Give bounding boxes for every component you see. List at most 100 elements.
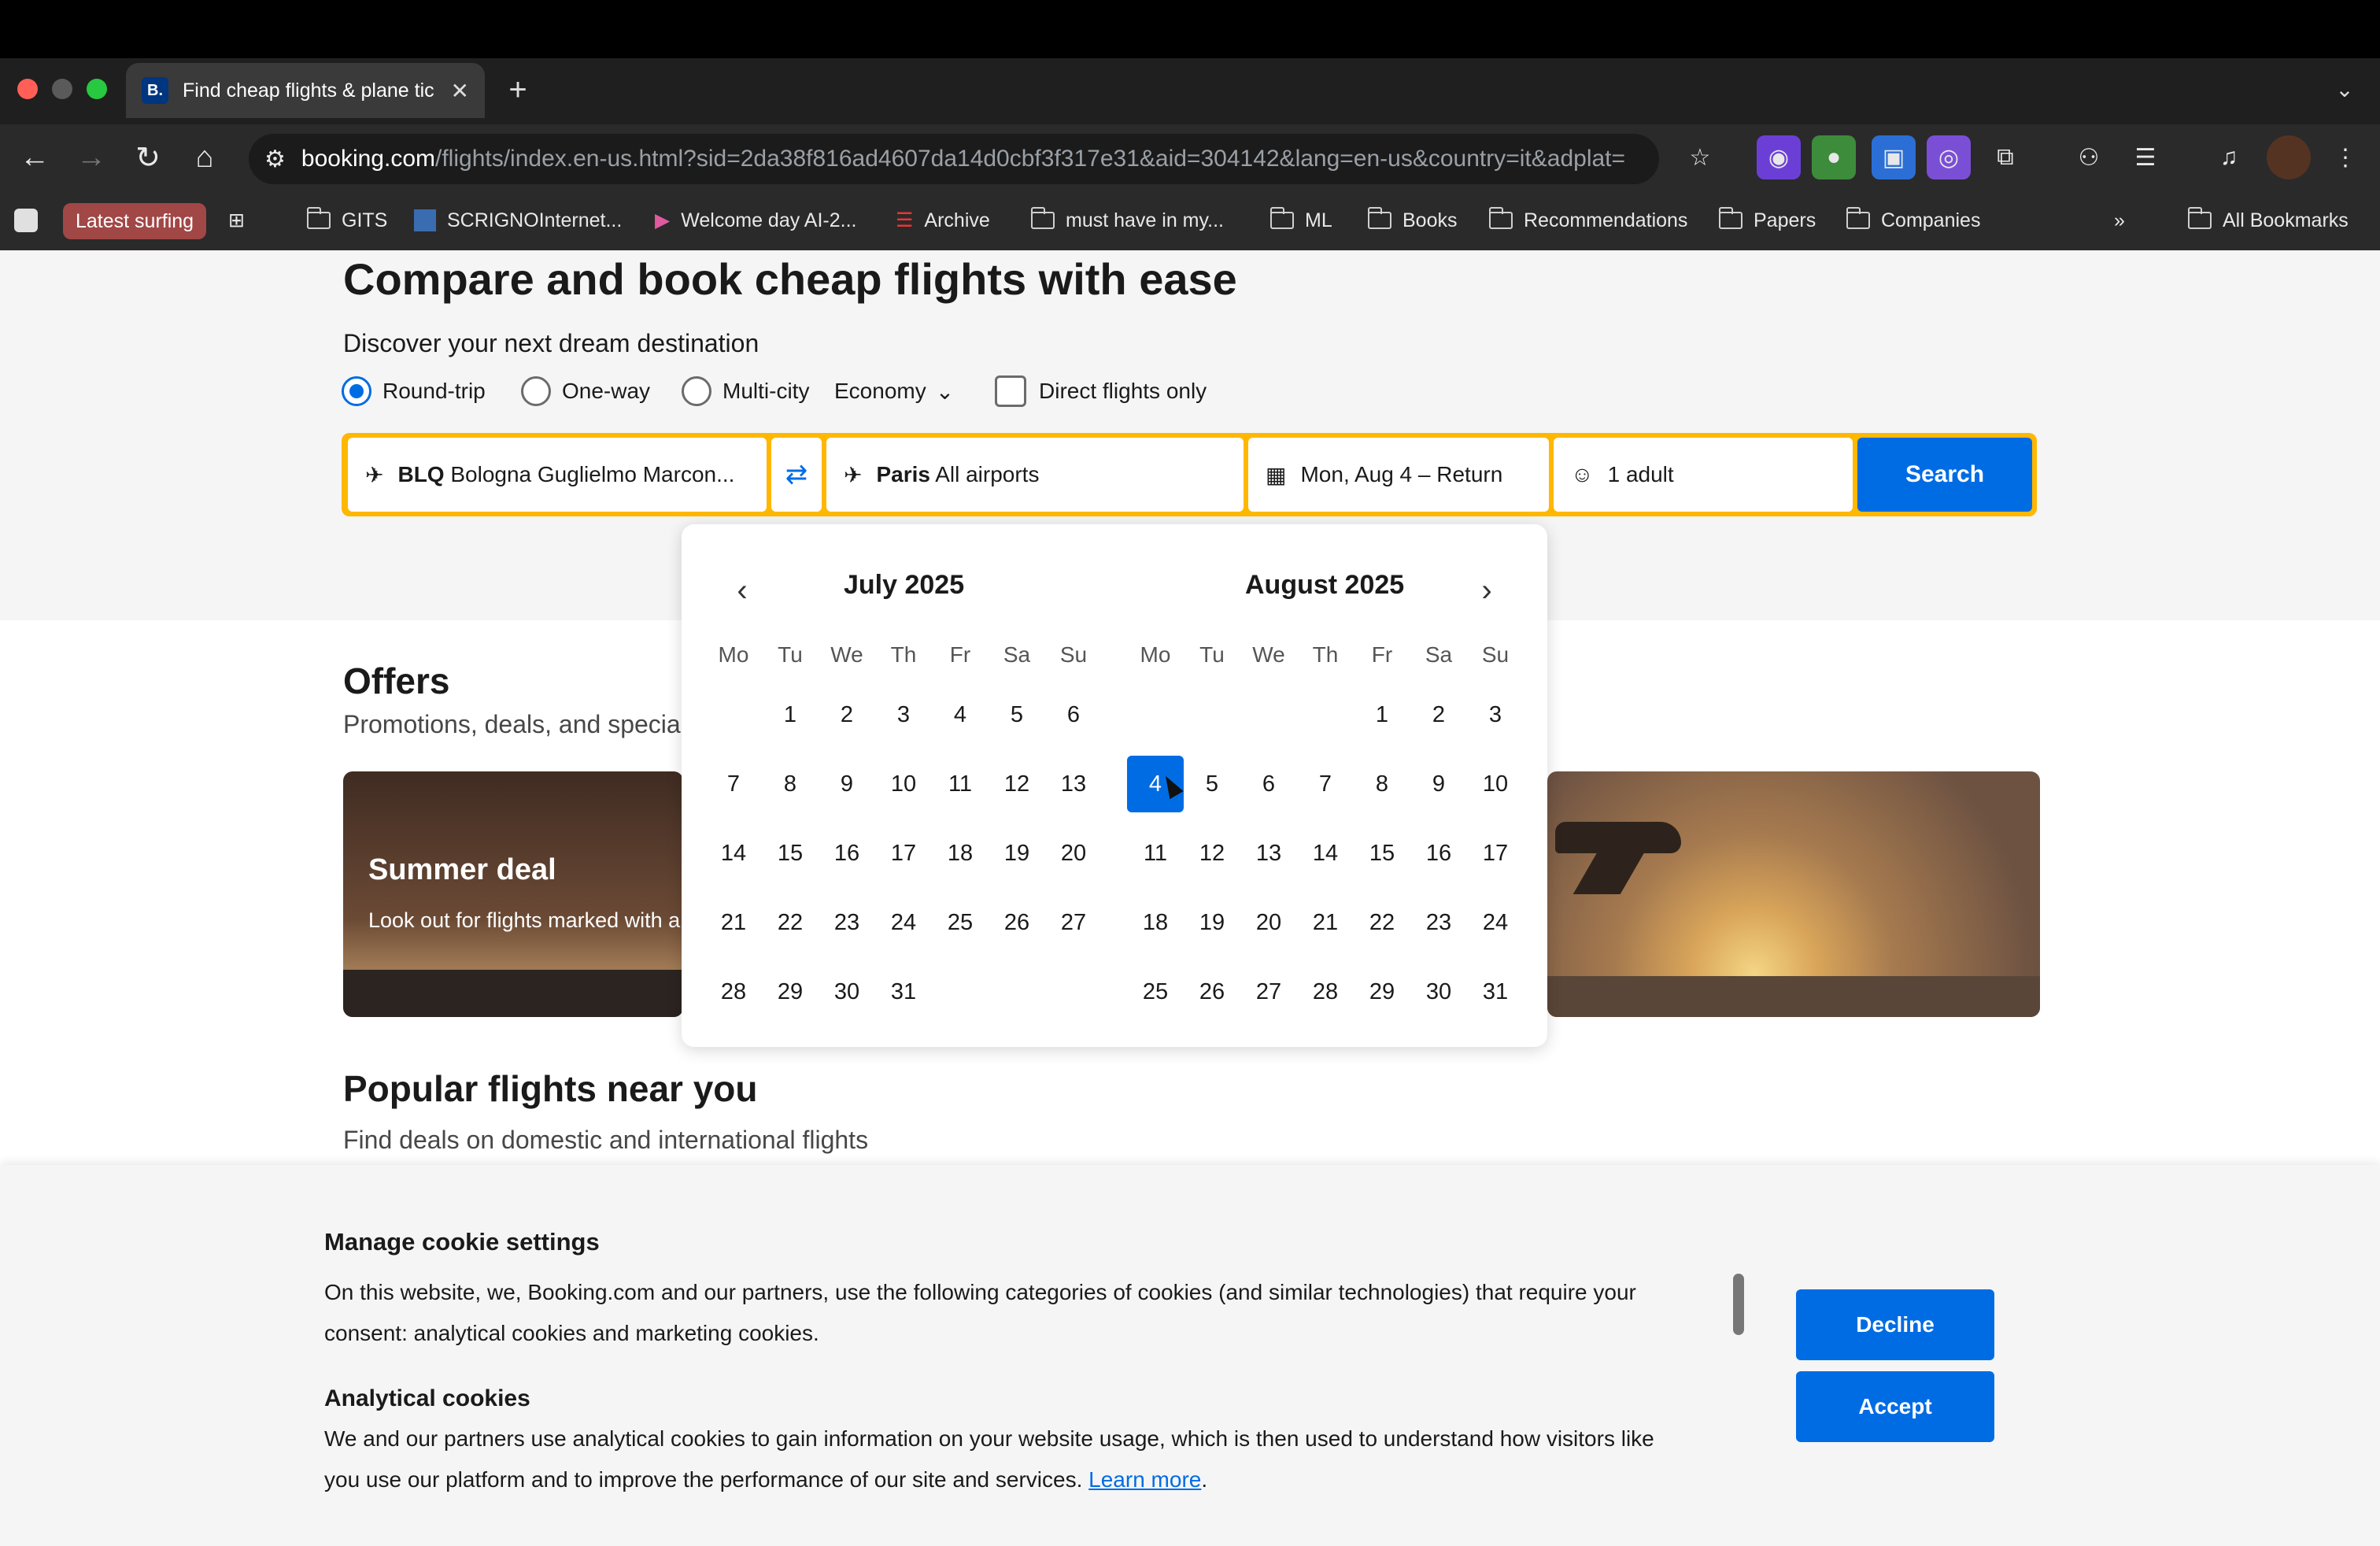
day-july-28[interactable]: 28 — [705, 963, 762, 1020]
day-august-9[interactable]: 9 — [1410, 756, 1467, 812]
day-july-5[interactable]: 5 — [989, 686, 1045, 743]
day-august-31[interactable]: 31 — [1467, 963, 1524, 1020]
day-july-29[interactable]: 29 — [762, 963, 819, 1020]
day-july-6[interactable]: 6 — [1045, 686, 1102, 743]
day-july-10[interactable]: 10 — [875, 756, 932, 812]
bookmark-welcome-day[interactable]: ▶ Welcome day AI-2... — [655, 198, 856, 242]
day-july-9[interactable]: 9 — [819, 756, 875, 812]
day-july-31[interactable]: 31 — [875, 963, 932, 1020]
day-august-30[interactable]: 30 — [1410, 963, 1467, 1020]
bookmark-recommendations[interactable]: Recommendations — [1489, 198, 1687, 242]
direct-flights-checkbox[interactable]: Direct flights only — [995, 372, 1207, 411]
day-july-12[interactable]: 12 — [989, 756, 1045, 812]
tab-booking[interactable]: B. Find cheap flights & plane tic ✕ — [126, 63, 485, 118]
close-tab-icon[interactable]: ✕ — [451, 78, 469, 104]
day-august-6[interactable]: 6 — [1240, 756, 1297, 812]
bookmark-gits[interactable]: GITS — [307, 198, 387, 242]
bookmark-books[interactable]: Books — [1368, 198, 1457, 242]
day-july-24[interactable]: 24 — [875, 894, 932, 951]
day-july-16[interactable]: 16 — [819, 825, 875, 882]
day-july-15[interactable]: 15 — [762, 825, 819, 882]
day-july-4[interactable]: 4 — [932, 686, 989, 743]
day-august-15[interactable]: 15 — [1354, 825, 1410, 882]
day-august-2[interactable]: 2 — [1410, 686, 1467, 743]
maximize-window-button[interactable] — [87, 79, 107, 99]
bookmark-scrigno[interactable]: SCRIGNOInternet... — [414, 198, 622, 242]
day-august-1[interactable]: 1 — [1354, 686, 1410, 743]
day-august-25[interactable]: 25 — [1127, 963, 1184, 1020]
day-july-21[interactable]: 21 — [705, 894, 762, 951]
day-july-25[interactable]: 25 — [932, 894, 989, 951]
forward-button[interactable]: → — [68, 134, 115, 181]
swap-button[interactable]: ⇄ — [771, 438, 822, 512]
close-window-button[interactable] — [17, 79, 38, 99]
minimize-window-button[interactable] — [52, 79, 72, 99]
search-button[interactable]: Search — [1857, 438, 2032, 512]
apps-grid-icon[interactable]: ⊞ — [228, 198, 245, 242]
cabin-class-select[interactable]: Economy ⌄ — [834, 372, 954, 411]
day-july-18[interactable]: 18 — [932, 825, 989, 882]
day-july-26[interactable]: 26 — [989, 894, 1045, 951]
day-august-24[interactable]: 24 — [1467, 894, 1524, 951]
home-button[interactable]: ⌂ — [181, 134, 228, 181]
origin-field[interactable]: ✈ BLQ Bologna Guglielmo Marcon... — [348, 438, 767, 512]
day-august-20[interactable]: 20 — [1240, 894, 1297, 951]
previous-month-button[interactable]: ‹ — [713, 560, 771, 620]
address-bar[interactable]: ⚙ booking.com/flights/index.en-us.html?s… — [249, 134, 1659, 184]
bookmark-latest-surfing[interactable]: Latest surfing — [63, 203, 207, 239]
site-info-icon[interactable]: ⚙ — [264, 146, 286, 173]
day-august-5[interactable]: 5 — [1184, 756, 1240, 812]
day-august-26[interactable]: 26 — [1184, 963, 1240, 1020]
day-august-16[interactable]: 16 — [1410, 825, 1467, 882]
incognito-icon[interactable]: ⚇ — [2067, 135, 2111, 179]
day-august-10[interactable]: 10 — [1467, 756, 1524, 812]
day-august-27[interactable]: 27 — [1240, 963, 1297, 1020]
day-july-2[interactable]: 2 — [819, 686, 875, 743]
offer-image-card[interactable] — [1547, 771, 2040, 1017]
reading-list-icon[interactable]: ☰ — [2123, 135, 2168, 179]
bookmark-companies[interactable]: Companies — [1846, 198, 1980, 242]
browser-menu-icon[interactable]: ⋮ — [2323, 135, 2367, 179]
profile-avatar[interactable] — [2267, 135, 2311, 179]
day-july-20[interactable]: 20 — [1045, 825, 1102, 882]
bookmark-all[interactable]: All Bookmarks — [2188, 198, 2349, 242]
decline-button[interactable]: Decline — [1796, 1289, 1994, 1360]
bookmark-papers[interactable]: Papers — [1719, 198, 1816, 242]
day-july-1[interactable]: 1 — [762, 686, 819, 743]
extension-1-icon[interactable]: ◉ — [1757, 135, 1801, 179]
reload-button[interactable]: ↻ — [124, 134, 172, 181]
day-august-21[interactable]: 21 — [1297, 894, 1354, 951]
day-august-19[interactable]: 19 — [1184, 894, 1240, 951]
day-july-11[interactable]: 11 — [932, 756, 989, 812]
tab-search-chevron-icon[interactable]: ⌄ — [2326, 69, 2363, 109]
learn-more-link[interactable]: Learn more — [1088, 1467, 1201, 1492]
day-august-23[interactable]: 23 — [1410, 894, 1467, 951]
day-august-22[interactable]: 22 — [1354, 894, 1410, 951]
day-july-3[interactable]: 3 — [875, 686, 932, 743]
day-august-3[interactable]: 3 — [1467, 686, 1524, 743]
day-july-27[interactable]: 27 — [1045, 894, 1102, 951]
multi-city-radio[interactable]: Multi-city — [682, 372, 809, 411]
day-august-7[interactable]: 7 — [1297, 756, 1354, 812]
day-july-13[interactable]: 13 — [1045, 756, 1102, 812]
day-august-17[interactable]: 17 — [1467, 825, 1524, 882]
day-august-13[interactable]: 13 — [1240, 825, 1297, 882]
extension-2-icon[interactable]: ● — [1812, 135, 1856, 179]
day-august-12[interactable]: 12 — [1184, 825, 1240, 882]
day-august-29[interactable]: 29 — [1354, 963, 1410, 1020]
day-july-7[interactable]: 7 — [705, 756, 762, 812]
media-control-icon[interactable]: ♫ — [2207, 135, 2251, 179]
day-august-18[interactable]: 18 — [1127, 894, 1184, 951]
day-july-17[interactable]: 17 — [875, 825, 932, 882]
extensions-puzzle-icon[interactable]: ⧉ — [1983, 135, 2027, 179]
day-july-19[interactable]: 19 — [989, 825, 1045, 882]
day-august-28[interactable]: 28 — [1297, 963, 1354, 1020]
cookie-scrollbar[interactable] — [1733, 1274, 1744, 1335]
day-august-8[interactable]: 8 — [1354, 756, 1410, 812]
day-july-23[interactable]: 23 — [819, 894, 875, 951]
day-august-11[interactable]: 11 — [1127, 825, 1184, 882]
day-july-8[interactable]: 8 — [762, 756, 819, 812]
bookmark-archive[interactable]: ☰ Archive — [896, 198, 990, 242]
next-month-button[interactable]: › — [1458, 560, 1516, 620]
day-july-22[interactable]: 22 — [762, 894, 819, 951]
